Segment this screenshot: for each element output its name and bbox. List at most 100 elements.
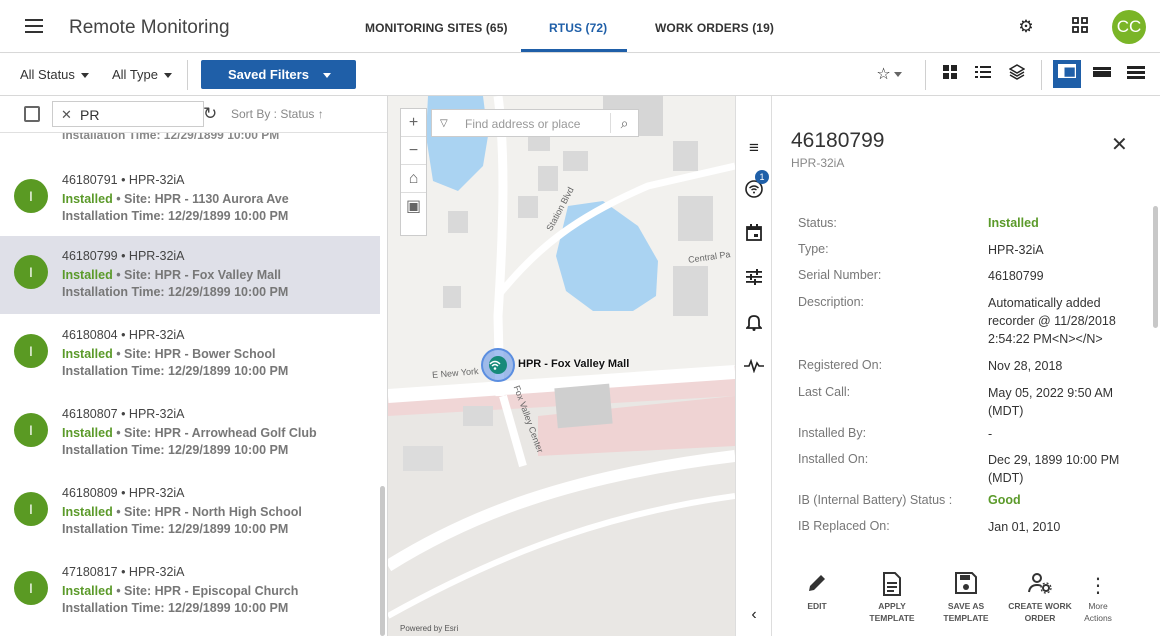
item-status: Installed [62,505,113,519]
menu-icon[interactable] [25,19,43,33]
status-filter-label: All Status [20,67,75,82]
list-item[interactable]: I 46180804 • HPR-32iA Installed • Site: … [0,315,380,393]
active-tab-indicator [521,49,627,52]
item-install-time: Installation Time: 12/29/1899 10:00 PM [62,443,289,457]
edit-button[interactable]: EDIT [782,572,852,612]
filter-bar: All Status All Type Saved Filters ☆ [0,54,1160,96]
item-install-time: Installation Time: 12/29/1899 10:00 PM [62,601,289,615]
item-status-site: Installed • Site: HPR - Bower School [62,347,275,361]
close-icon[interactable]: ✕ [1111,132,1128,157]
dense-layout-icon[interactable] [1125,64,1147,86]
field-value-status: Installed [988,216,1039,230]
item-status: Installed [62,192,113,206]
refresh-icon[interactable]: ↻ [203,104,217,124]
gear-icon[interactable]: ⚙ [1016,17,1036,37]
list-search-input[interactable]: ✕ PR [52,101,204,127]
field-value-installed-on: Dec 29, 1899 10:00 PM (MDT) [988,453,1120,485]
list-header: ✕ PR ↻ Sort By : Status ↑ [0,96,387,133]
list-item[interactable]: I 47180817 • HPR-32iA Installed • Site: … [0,552,380,630]
top-bar: Remote Monitoring MONITORING SITES (65) … [0,0,1160,53]
item-site: • Site: HPR - North High School [112,505,302,519]
activity-pulse-icon[interactable] [744,358,764,378]
list-item[interactable]: I 46180809 • HPR-32iA Installed • Site: … [0,473,380,551]
map-view[interactable]: + − ⌂ ▣ ▽ Find address or place ⌕ Statio… [388,96,735,636]
search-icon[interactable]: ⌕ [610,113,638,133]
item-install-time: Installation Time: 12/29/1899 10:00 PM [62,364,289,378]
site-marker[interactable] [481,348,515,382]
split-layout-icon[interactable] [1053,60,1081,88]
notification-badge: 1 [755,170,769,184]
field-label: Type: [798,242,829,256]
user-avatar[interactable]: CC [1112,10,1146,44]
save-icon [931,572,1001,600]
document-icon [857,572,927,600]
detail-side-nav: ≡ 1 ‹ [735,96,772,636]
edit-label: EDIT [807,601,827,611]
rtu-detail-panel: 46180799 HPR-32iA ✕ Status: Installed Ty… [772,96,1160,636]
status-avatar: I [14,334,48,368]
status-filter-dropdown[interactable]: All Status [20,67,89,82]
detail-subtitle: HPR-32iA [791,156,845,170]
item-status-site: Installed • Site: HPR - Arrowhead Golf C… [62,426,317,440]
map-search-input[interactable]: Find address or place [465,117,580,131]
calendar-icon[interactable] [744,224,764,244]
field-label: Installed By: [798,426,867,440]
saved-filters-button[interactable]: Saved Filters [201,60,356,89]
zoom-out-icon[interactable]: − [401,137,426,165]
item-title: 46180799 • HPR-32iA [62,249,185,263]
field-value-ib-status: Good [988,493,1021,507]
item-status: Installed [62,584,113,598]
more-actions-label-1: More [1088,601,1108,611]
details-list-icon[interactable]: ≡ [744,138,764,158]
search-source-dropdown-icon[interactable]: ▽ [440,118,448,129]
field-value-ib-replaced: Jan 01, 2010 [988,520,1061,534]
save-as-template-button[interactable]: SAVE AS TEMPLATE [931,572,1001,624]
layers-icon[interactable] [1006,64,1028,86]
layers-toggle-icon[interactable]: ▣ [401,193,426,221]
apps-grid-icon[interactable] [1070,17,1090,37]
map-toolbar: + − ⌂ ▣ [400,108,427,236]
clear-search-icon[interactable]: ✕ [61,107,72,123]
item-install-time: Installation Time: 12/29/1899 10:00 PM [62,285,289,299]
select-all-checkbox[interactable] [24,106,40,122]
zoom-in-icon[interactable]: + [401,109,426,137]
more-actions-button[interactable]: ⋮ More Actions [1063,572,1133,624]
wifi-icon [489,356,507,374]
item-install-time: Installation Time: 12/29/1899 10:00 PM [62,209,289,223]
divider [925,60,926,90]
compact-layout-icon[interactable] [1091,64,1113,86]
sort-by-control[interactable]: Sort By : Status ↑ [231,107,324,121]
field-value-last-call: May 05, 2022 9:50 AM (MDT) [988,386,1114,418]
map-attribution: Powered by Esri [400,624,459,633]
tab-rtus[interactable]: RTUS (72) [549,21,607,35]
item-site: • Site: HPR - Arrowhead Golf Club [112,426,317,440]
list-item-selected[interactable]: I 46180799 • HPR-32iA Installed • Site: … [0,236,380,314]
tab-work-orders[interactable]: WORK ORDERS (19) [655,21,774,35]
list-item[interactable]: I 46180791 • HPR-32iA Installed • Site: … [0,160,380,238]
collapse-chevron-icon[interactable]: ‹ [744,605,764,625]
item-status: Installed [62,268,113,282]
grid-view-icon[interactable] [939,64,961,86]
type-filter-label: All Type [112,67,159,82]
home-icon[interactable]: ⌂ [401,165,426,193]
type-filter-dropdown[interactable]: All Type [112,67,173,82]
save-as-label-2: TEMPLATE [943,613,989,623]
settings-sliders-icon[interactable] [744,269,764,289]
list-item[interactable]: I 46180807 • HPR-32iA Installed • Site: … [0,394,380,472]
item-title: 46180791 • HPR-32iA [62,173,185,187]
item-site: • Site: HPR - 1130 Aurora Ave [112,192,289,206]
item-title: 46180807 • HPR-32iA [62,407,185,421]
sort-by-label: Sort By : Status [231,107,315,121]
field-label: Serial Number: [798,268,882,282]
item-status-site: Installed • Site: HPR - Fox Valley Mall [62,268,281,282]
list-view-icon[interactable] [972,64,994,86]
bell-icon[interactable] [744,313,764,333]
item-status: Installed [62,347,113,361]
list-scrollbar[interactable] [380,486,385,636]
tab-monitoring-sites[interactable]: MONITORING SITES (65) [365,21,508,35]
apply-template-button[interactable]: APPLY TEMPLATE [857,572,927,624]
rtu-list-panel: Installation Time: 12/29/1899 10:00 PM ✕… [0,96,388,636]
saved-filters-label: Saved Filters [228,67,309,82]
detail-scrollbar[interactable] [1153,206,1158,328]
favorite-star-icon[interactable]: ☆ [872,64,906,86]
